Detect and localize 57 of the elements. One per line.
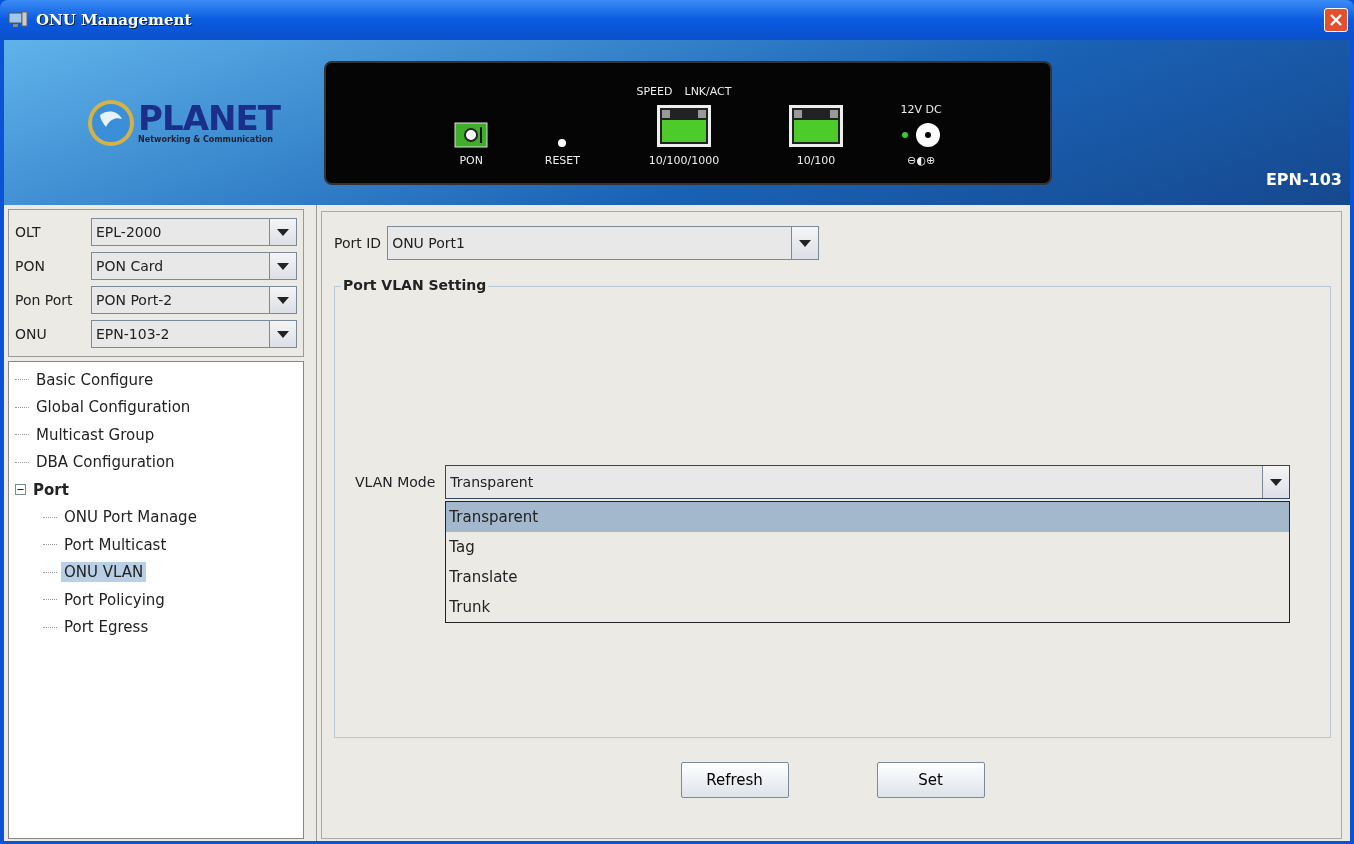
action-button[interactable]: Refresh xyxy=(680,762,789,798)
tree-item[interactable]: ONU Port Manage xyxy=(61,507,200,528)
tree-item[interactable]: Port xyxy=(30,479,72,500)
field-label: Port ID xyxy=(334,235,382,251)
action-button[interactable]: Set xyxy=(876,762,985,798)
tree-item[interactable]: Multicast Group xyxy=(33,424,158,445)
tree-item[interactable]: Global Configuration xyxy=(33,397,194,418)
dropdown[interactable]: PON Port-2 xyxy=(91,286,297,314)
brand-tagline: Networking & Communication xyxy=(138,135,274,144)
field-label: ONU xyxy=(15,326,48,342)
field-label: Pon Port xyxy=(15,292,74,308)
dropdown-caret-icon xyxy=(277,228,289,236)
dropdown-option[interactable]: Tag xyxy=(446,532,1289,562)
dropdown[interactable]: Transparent xyxy=(445,465,1290,499)
dropdown-option[interactable]: Transparent xyxy=(446,502,1289,532)
brand-logo: PLANET xyxy=(138,101,280,135)
dropdown-caret-icon xyxy=(1270,478,1282,486)
tree-item[interactable]: Port Multicast xyxy=(61,534,170,555)
dropdown-option[interactable]: Trunk xyxy=(446,592,1289,622)
dropdown[interactable]: ONU Port1 xyxy=(387,226,820,260)
field-label: PON xyxy=(15,258,46,274)
led-label: LNK/ACT xyxy=(684,84,732,98)
dropdown[interactable]: PON Card xyxy=(91,252,297,280)
port-label: 10/100 xyxy=(796,153,836,167)
tree-item[interactable]: Port Policying xyxy=(61,589,168,610)
power-jack-icon xyxy=(901,121,942,148)
port-label: RESET xyxy=(544,153,580,167)
dropdown-caret-icon xyxy=(277,262,289,270)
tree-item[interactable]: Port Egress xyxy=(61,617,152,638)
ethernet-port-icon xyxy=(788,103,844,148)
port-label: 10/100/1000 xyxy=(648,153,720,167)
power-label: 12V DC xyxy=(900,102,942,116)
field-label: VLAN Mode xyxy=(355,474,436,490)
field-label: OLT xyxy=(15,224,42,240)
tree-item[interactable]: ONU VLAN xyxy=(61,562,147,583)
port-label: PON xyxy=(459,153,483,167)
dropdown-caret-icon xyxy=(277,330,289,338)
dropdown-option[interactable]: Translate xyxy=(446,562,1289,592)
close-button[interactable] xyxy=(1324,8,1348,32)
reset-hole-icon xyxy=(557,137,568,148)
polarity-symbol: ⊖◐⊕ xyxy=(907,153,936,167)
dropdown[interactable]: EPN-103-2 xyxy=(91,320,297,348)
dropdown[interactable]: EPL-2000 xyxy=(91,218,297,246)
led-label: SPEED xyxy=(636,84,673,98)
tree-item[interactable]: DBA Configuration xyxy=(33,452,178,473)
pon-port-icon xyxy=(454,121,489,148)
dropdown-caret-icon xyxy=(799,239,812,247)
collapse-icon[interactable] xyxy=(15,484,26,496)
group-title: Port VLAN Setting xyxy=(341,277,489,293)
close-icon xyxy=(1330,14,1342,26)
globe-icon xyxy=(88,99,135,146)
dropdown-caret-icon xyxy=(277,296,289,304)
tree-item[interactable]: Basic Configure xyxy=(33,369,157,390)
ethernet-port-icon xyxy=(656,103,712,148)
model-name: EPN-103 xyxy=(1265,170,1342,189)
window-title: ONU Management xyxy=(36,11,192,29)
monitor-icon xyxy=(8,11,28,29)
